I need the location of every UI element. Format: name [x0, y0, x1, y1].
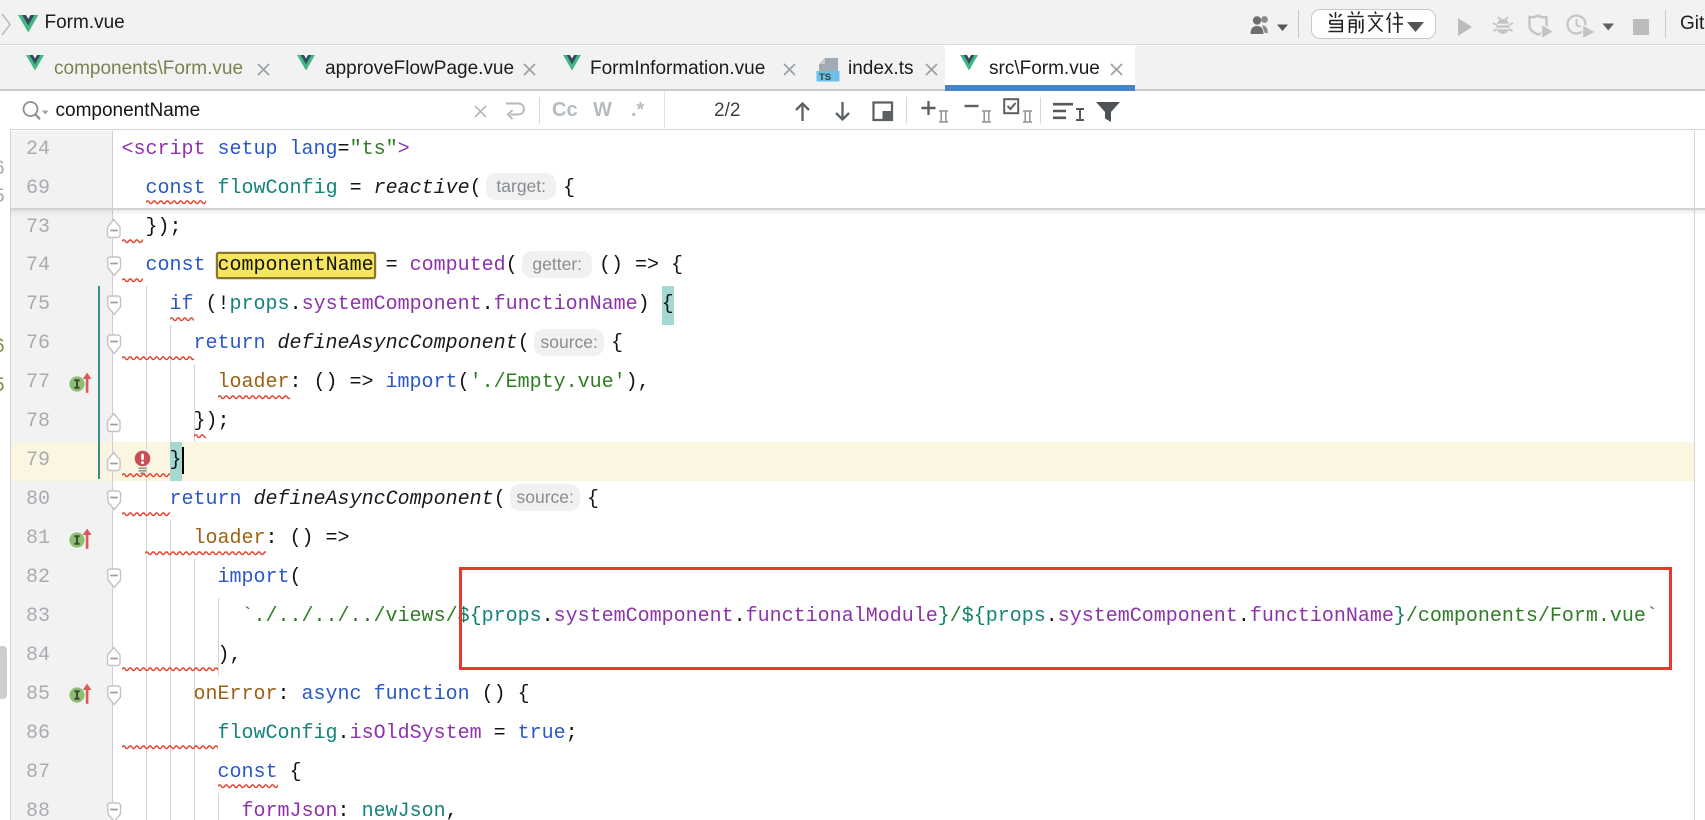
- svg-text:TS: TS: [819, 72, 831, 82]
